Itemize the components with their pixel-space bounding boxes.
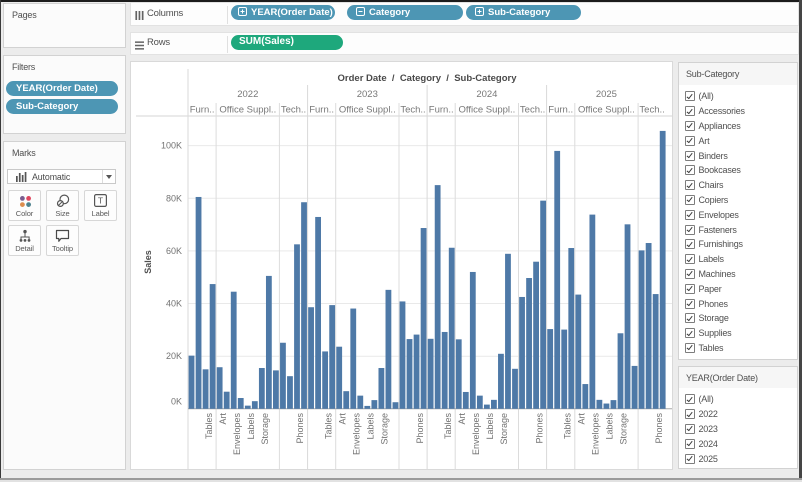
svg-text:T: T [98, 196, 103, 206]
svg-text:2022: 2022 [237, 89, 258, 100]
svg-text:Order Date / Category / Su: Order Date / Category / Sub-Category [338, 73, 518, 84]
svg-text:20K: 20K [166, 351, 182, 361]
svg-text:Envelopes: Envelopes [232, 413, 242, 456]
svg-text:Tech..: Tech.. [639, 105, 664, 116]
svg-text:Envelopes: Envelopes [471, 413, 481, 456]
svg-text:Labels: Labels [366, 413, 376, 440]
svg-text:Art: Art [218, 413, 228, 425]
svg-text:Furn..: Furn.. [429, 105, 454, 116]
svg-text:Office Suppl..: Office Suppl.. [219, 105, 276, 116]
svg-text:Phones: Phones [654, 413, 664, 444]
svg-text:Tables: Tables [443, 413, 453, 440]
svg-text:Labels: Labels [246, 413, 256, 440]
svg-text:2023: 2023 [357, 89, 378, 100]
svg-text:0K: 0K [171, 397, 182, 407]
svg-text:40K: 40K [166, 299, 182, 309]
svg-text:2025: 2025 [596, 89, 617, 100]
svg-text:Furn..: Furn.. [190, 105, 215, 116]
svg-text:Storage: Storage [260, 413, 270, 445]
svg-text:Labels: Labels [605, 413, 615, 440]
svg-text:Tech..: Tech.. [281, 105, 306, 116]
svg-text:Storage: Storage [499, 413, 509, 445]
svg-text:Tech..: Tech.. [520, 105, 545, 116]
svg-text:Office Suppl..: Office Suppl.. [339, 105, 396, 116]
svg-text:Labels: Labels [485, 413, 495, 440]
svg-text:2024: 2024 [476, 89, 497, 100]
svg-text:Phones: Phones [534, 413, 544, 444]
svg-text:Art: Art [337, 413, 347, 425]
svg-text:Storage: Storage [380, 413, 390, 445]
svg-text:Phones: Phones [295, 413, 305, 444]
svg-text:Art: Art [457, 413, 467, 425]
svg-text:Furn..: Furn.. [309, 105, 334, 116]
svg-text:Furn..: Furn.. [548, 105, 573, 116]
svg-text:Tables: Tables [563, 413, 573, 440]
svg-text:Sales: Sales [143, 250, 153, 274]
svg-text:Art: Art [577, 413, 587, 425]
svg-text:Tables: Tables [204, 413, 214, 440]
svg-text:Office Suppl..: Office Suppl.. [458, 105, 515, 116]
svg-text:60K: 60K [166, 246, 182, 256]
svg-text:Phones: Phones [415, 413, 425, 444]
svg-text:Storage: Storage [619, 413, 629, 445]
svg-text:Envelopes: Envelopes [352, 413, 362, 456]
svg-text:Tech..: Tech.. [400, 105, 425, 116]
svg-text:Office Suppl..: Office Suppl.. [578, 105, 635, 116]
svg-text:Envelopes: Envelopes [591, 413, 601, 456]
svg-text:100K: 100K [161, 141, 182, 151]
svg-text:Tables: Tables [323, 413, 333, 440]
svg-text:80K: 80K [166, 193, 182, 203]
